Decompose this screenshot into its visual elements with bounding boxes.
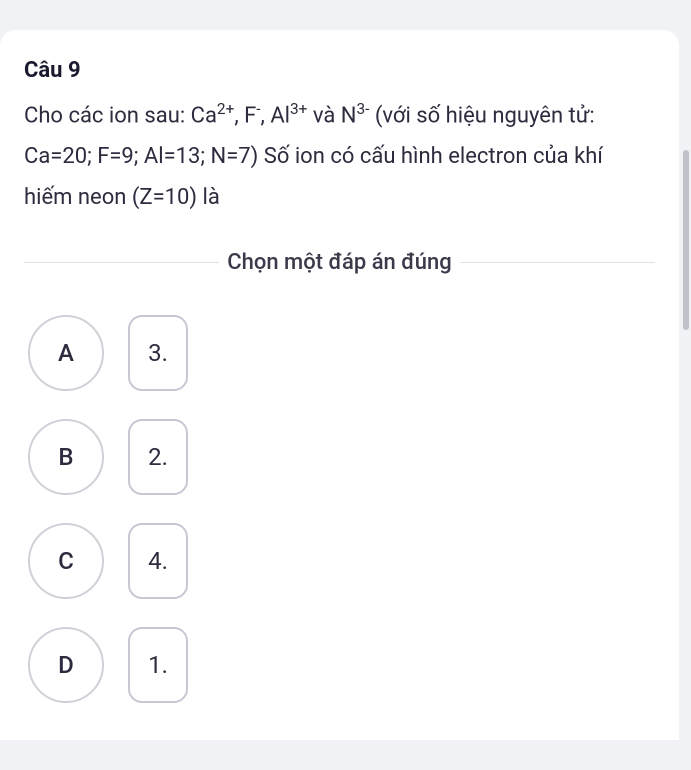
option-letter-a[interactable]: A bbox=[28, 315, 104, 391]
divider-left bbox=[24, 262, 219, 263]
option-letter-d[interactable]: D bbox=[28, 627, 104, 703]
option-row-b[interactable]: B 2. bbox=[28, 419, 655, 495]
option-row-a[interactable]: A 3. bbox=[28, 315, 655, 391]
option-value-d: 1. bbox=[128, 627, 188, 703]
option-value-c: 4. bbox=[128, 523, 188, 599]
divider-right bbox=[460, 262, 655, 263]
option-row-c[interactable]: C 4. bbox=[28, 523, 655, 599]
option-row-d[interactable]: D 1. bbox=[28, 627, 655, 703]
option-letter-b[interactable]: B bbox=[28, 419, 104, 495]
option-value-b: 2. bbox=[128, 419, 188, 495]
instruction-wrapper: Chọn một đáp án đúng bbox=[24, 250, 655, 275]
question-title: Câu 9 bbox=[24, 58, 655, 83]
option-letter-c[interactable]: C bbox=[28, 523, 104, 599]
instruction-text: Chọn một đáp án đúng bbox=[219, 250, 460, 275]
options-list: A 3. B 2. C 4. D 1. bbox=[24, 315, 655, 703]
question-text: Cho các ion sau: Ca2+, F-, Al3+ và N3- (… bbox=[24, 95, 655, 218]
option-value-a: 3. bbox=[128, 315, 188, 391]
question-card: Câu 9 Cho các ion sau: Ca2+, F-, Al3+ và… bbox=[0, 30, 679, 740]
scrollbar[interactable] bbox=[683, 150, 689, 330]
